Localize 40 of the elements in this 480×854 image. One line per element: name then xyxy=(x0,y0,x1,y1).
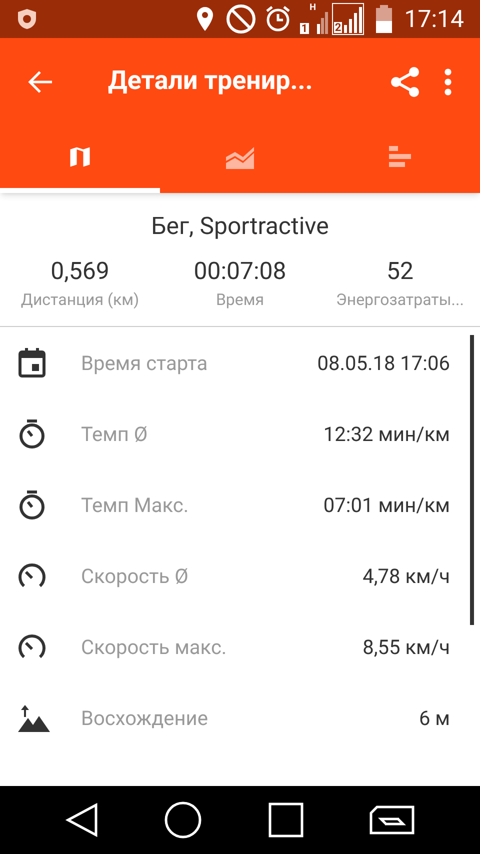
toolbar-title: Детали тренир... xyxy=(108,65,313,98)
back-arrow-icon xyxy=(28,70,54,94)
stat-value: 0,569 xyxy=(50,256,110,286)
clock-time: 17:14 xyxy=(404,4,464,35)
stat-value: 52 xyxy=(386,256,414,286)
bars-icon xyxy=(387,144,413,170)
stat-value: 00:07:08 xyxy=(194,256,286,286)
more-vertical-icon xyxy=(444,68,452,96)
back-nav-button[interactable] xyxy=(64,803,99,837)
detail-value: 6 м xyxy=(418,704,450,732)
detail-value: 08.05.18 17:06 xyxy=(317,350,450,376)
share-button[interactable] xyxy=(390,66,420,98)
alarm-icon xyxy=(264,5,292,33)
home-button[interactable] xyxy=(164,801,202,839)
stat-label: Время xyxy=(216,289,264,311)
detail-label: Скорость Ø xyxy=(81,562,188,590)
stopwatch-icon xyxy=(17,418,47,450)
more-options-button[interactable] xyxy=(444,68,452,96)
recents-button[interactable] xyxy=(268,802,304,838)
battery-icon xyxy=(376,5,392,33)
detail-value: 07:01 мин/км xyxy=(323,492,450,518)
stat-label: Дистанция (км) xyxy=(20,289,140,311)
location-pin-icon xyxy=(196,6,214,32)
calendar-icon xyxy=(17,346,47,378)
share-icon xyxy=(390,66,420,98)
sim-signal-icon: 2 xyxy=(332,3,364,35)
stat-label: Энергозатраты... xyxy=(336,289,464,311)
square-recents-icon xyxy=(268,802,304,838)
stopwatch-icon xyxy=(17,488,47,520)
triangle-back-icon xyxy=(64,803,99,837)
workout-title: Бег, Sportractive xyxy=(151,211,329,242)
detail-value: 12:32 мин/км xyxy=(323,420,450,448)
detail-label: Темп Ø xyxy=(81,420,148,448)
detail-label: Темп Макс. xyxy=(81,492,189,518)
detail-label: Скорость макс. xyxy=(81,634,227,660)
detail-label: Восхождение xyxy=(81,704,208,732)
detail-value: 8,55 км/ч xyxy=(362,634,450,660)
detail-value: 4,78 км/ч xyxy=(362,562,450,590)
detail-label: Время старта xyxy=(81,350,208,376)
circle-home-icon xyxy=(164,801,202,839)
